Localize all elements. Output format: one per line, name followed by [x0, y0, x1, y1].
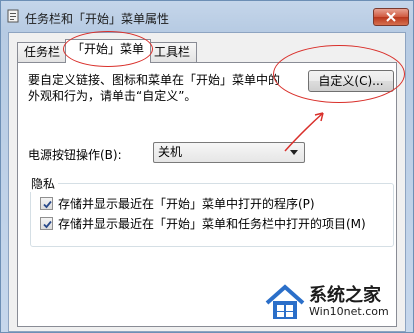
properties-icon — [7, 9, 19, 23]
house-logo-icon — [265, 284, 305, 319]
checkbox-label: 存储并显示最近在「开始」菜单和任务栏中打开的项目(M) — [58, 216, 366, 231]
power-button-value: 关机 — [158, 145, 183, 159]
power-button-select[interactable]: 关机 — [153, 142, 305, 163]
close-icon — [386, 12, 396, 22]
privacy-option-items[interactable]: 存储并显示最近在「开始」菜单和任务栏中打开的项目(M) — [40, 215, 366, 231]
power-button-label: 电源按钮操作(B): — [28, 148, 122, 162]
tab-taskbar[interactable]: 任务栏 — [17, 42, 68, 62]
checkmark-icon — [43, 200, 52, 208]
customize-button[interactable]: 自定义(C)... — [308, 70, 394, 92]
tab-start-menu[interactable]: 「开始」菜单 — [65, 39, 152, 63]
tab-toolbars[interactable]: 工具栏 — [147, 42, 198, 62]
privacy-option-programs[interactable]: 存储并显示最近在「开始」菜单中打开的程序(P) — [40, 195, 315, 211]
tab-label: 工具栏 — [154, 45, 191, 59]
privacy-group-title: 隐私 — [28, 175, 59, 192]
description-line: 要自定义链接、图标和菜单在「开始」菜单中的 — [28, 73, 281, 87]
watermark-brand: 系统之家 — [309, 285, 381, 306]
watermark-site: Win10net.com — [309, 305, 389, 318]
close-button[interactable] — [373, 8, 409, 26]
tab-label: 任务栏 — [24, 45, 61, 59]
properties-window: 任务栏和「开始」菜单属性 任务栏 「开始」菜单 工具栏 要自定义链接、图标和菜单… — [0, 0, 414, 333]
checkbox[interactable] — [40, 196, 53, 210]
description-text: 要自定义链接、图标和菜单在「开始」菜单中的 外观和行为，请单击“自定义”。 — [28, 72, 280, 104]
checkmark-icon — [43, 220, 52, 228]
description-line: 外观和行为，请单击“自定义”。 — [28, 89, 197, 103]
title-bar[interactable]: 任务栏和「开始」菜单属性 — [1, 1, 413, 31]
window-title: 任务栏和「开始」菜单属性 — [25, 12, 170, 26]
tab-label: 「开始」菜单 — [72, 42, 145, 56]
chevron-down-icon — [290, 150, 298, 155]
checkbox[interactable] — [40, 216, 53, 230]
checkbox-label: 存储并显示最近在「开始」菜单中打开的程序(P) — [58, 196, 315, 211]
watermark: 系统之家 Win10net.com — [263, 277, 413, 333]
